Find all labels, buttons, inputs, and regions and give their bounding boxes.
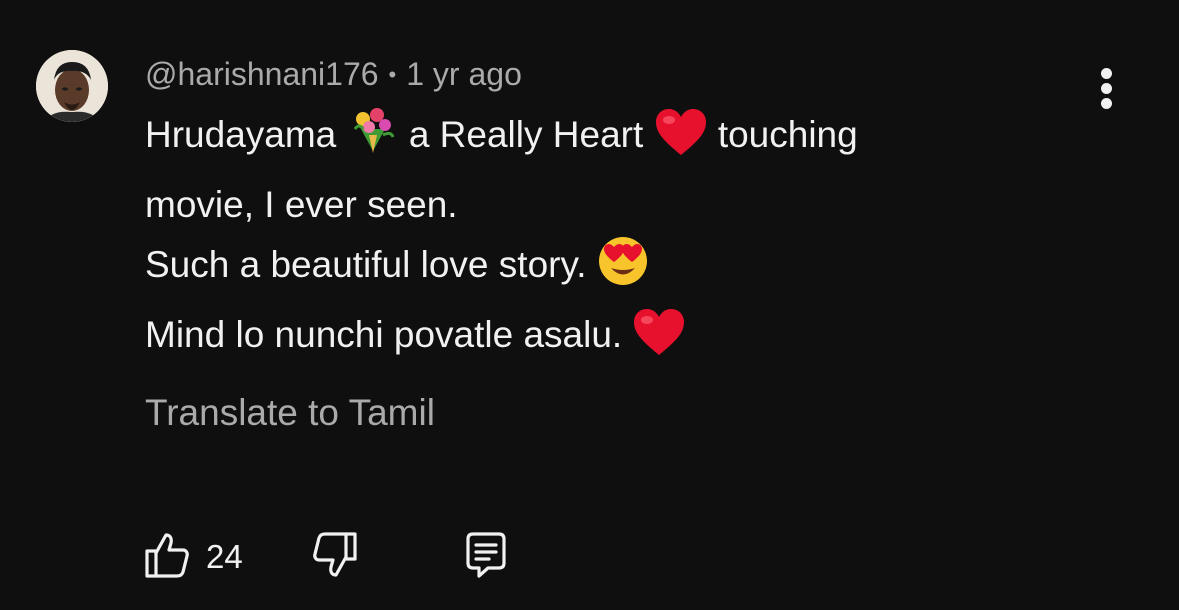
red-heart-emoji — [632, 307, 686, 375]
comment-line: movie, I ever seen. — [145, 175, 1025, 235]
comment-text: Mind lo nunchi povatle asalu. — [145, 314, 623, 355]
translate-link[interactable]: Translate to Tamil — [145, 388, 435, 438]
thumb-down-icon — [310, 529, 362, 586]
comment-header: @harishnani176 • 1 yr ago — [145, 52, 522, 97]
menu-dot — [1101, 98, 1112, 109]
menu-dot — [1101, 68, 1112, 79]
thumb-up-icon — [140, 529, 192, 586]
comment-line: Mind lo nunchi povatle asalu. — [145, 305, 1025, 375]
comment-text: Hrudayama — [145, 114, 337, 155]
dislike-button[interactable] — [310, 527, 362, 587]
heart-eyes-emoji — [597, 235, 649, 305]
bouquet-emoji — [347, 105, 399, 175]
comment-line: Such a beautiful love story. — [145, 235, 1025, 305]
red-heart-emoji — [654, 107, 708, 175]
more-options-button[interactable] — [1088, 60, 1128, 114]
comment-text: a Really Heart — [408, 114, 644, 155]
menu-dot — [1101, 83, 1112, 94]
author-handle[interactable]: @harishnani176 — [145, 56, 379, 92]
comment-text: Such a beautiful love story. — [145, 244, 587, 285]
like-button[interactable]: 24 — [140, 527, 243, 587]
user-avatar-icon — [36, 50, 108, 122]
comment-reply-icon — [458, 527, 514, 588]
comment-text: touching — [717, 114, 858, 155]
separator-dot: • — [388, 62, 397, 87]
comment-line: Hrudayama a Really Heart touching — [145, 105, 1025, 175]
comment-timestamp: 1 yr ago — [406, 56, 522, 92]
comment-thread: @harishnani176 • 1 yr ago Hrudayama a Re… — [0, 0, 1179, 610]
comment-text: movie, I ever seen. — [145, 184, 458, 225]
comment-body: Hrudayama a Really Heart touching movie,… — [145, 105, 1025, 375]
reply-button[interactable] — [458, 527, 514, 587]
avatar[interactable] — [36, 50, 108, 122]
like-count: 24 — [206, 538, 243, 575]
